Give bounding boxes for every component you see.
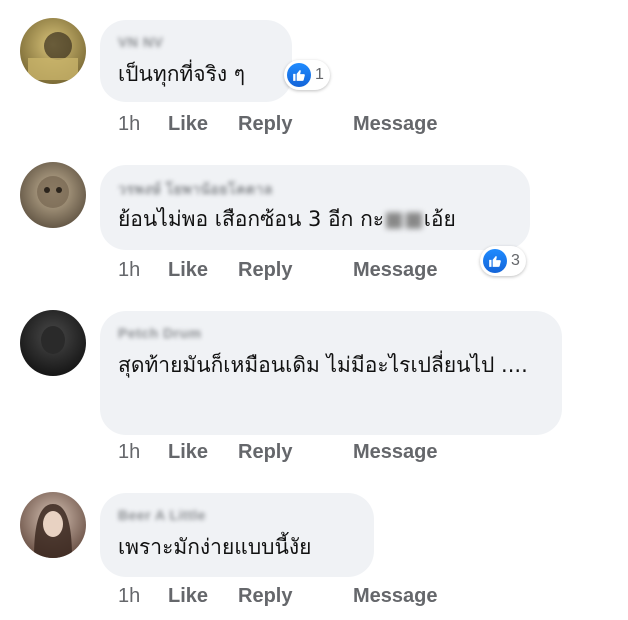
thumbs-up-icon <box>287 63 311 87</box>
comment-text: เป็นทุกที่จริง ๆ <box>118 62 246 86</box>
comment-text: เพราะมักง่ายแบบนี้งัย <box>118 535 312 559</box>
reply-button[interactable]: Reply <box>238 441 292 464</box>
thumbs-up-icon <box>483 249 507 273</box>
avatar[interactable] <box>20 162 86 228</box>
timestamp[interactable]: 1h <box>118 113 140 136</box>
like-button[interactable]: Like <box>168 113 208 136</box>
comment-bubble: VN NV เป็นทุกที่จริง ๆ <box>100 20 292 102</box>
reaction-count: 3 <box>511 252 520 269</box>
comment-text-part: ย้อนไม่พอ เสือกซ้อน 3 อีก กะ <box>118 207 385 231</box>
reaction-count: 1 <box>315 66 324 83</box>
commenter-name[interactable]: วรพงษ์ โยพาน้อยโคตาล <box>118 179 512 197</box>
message-button[interactable]: Message <box>353 259 438 282</box>
timestamp[interactable]: 1h <box>118 585 140 608</box>
comment-bubble: Beer A Little เพราะมักง่ายแบบนี้งัย <box>100 493 374 577</box>
reaction-summary[interactable]: 1 <box>284 60 330 90</box>
comment-bubble: Petch Drum สุดท้ายมันก็เหมือนเดิม ไม่มีอ… <box>100 311 562 435</box>
reply-button[interactable]: Reply <box>238 585 292 608</box>
timestamp[interactable]: 1h <box>118 259 140 282</box>
avatar[interactable] <box>20 18 86 84</box>
censored-word: ■■ <box>384 207 424 231</box>
commenter-name[interactable]: VN NV <box>118 34 274 52</box>
timestamp[interactable]: 1h <box>118 441 140 464</box>
comment-text-part: เอ้ย <box>423 207 456 231</box>
avatar[interactable] <box>20 310 86 376</box>
message-button[interactable]: Message <box>353 113 438 136</box>
reaction-summary[interactable]: 3 <box>480 246 526 276</box>
reply-button[interactable]: Reply <box>238 259 292 282</box>
reply-button[interactable]: Reply <box>238 113 292 136</box>
like-button[interactable]: Like <box>168 441 208 464</box>
comment-bubble: วรพงษ์ โยพาน้อยโคตาล ย้อนไม่พอ เสือกซ้อน… <box>100 165 530 250</box>
comment-text: สุดท้ายมันก็เหมือนเดิม ไม่มีอะไรเปลี่ยนไ… <box>118 353 528 377</box>
comment-text: ย้อนไม่พอ เสือกซ้อน 3 อีก กะ■■เอ้ย <box>118 203 512 235</box>
commenter-name[interactable]: Petch Drum <box>118 325 544 343</box>
commenter-name[interactable]: Beer A Little <box>118 507 356 525</box>
like-button[interactable]: Like <box>168 259 208 282</box>
message-button[interactable]: Message <box>353 441 438 464</box>
like-button[interactable]: Like <box>168 585 208 608</box>
avatar[interactable] <box>20 492 86 558</box>
message-button[interactable]: Message <box>353 585 438 608</box>
